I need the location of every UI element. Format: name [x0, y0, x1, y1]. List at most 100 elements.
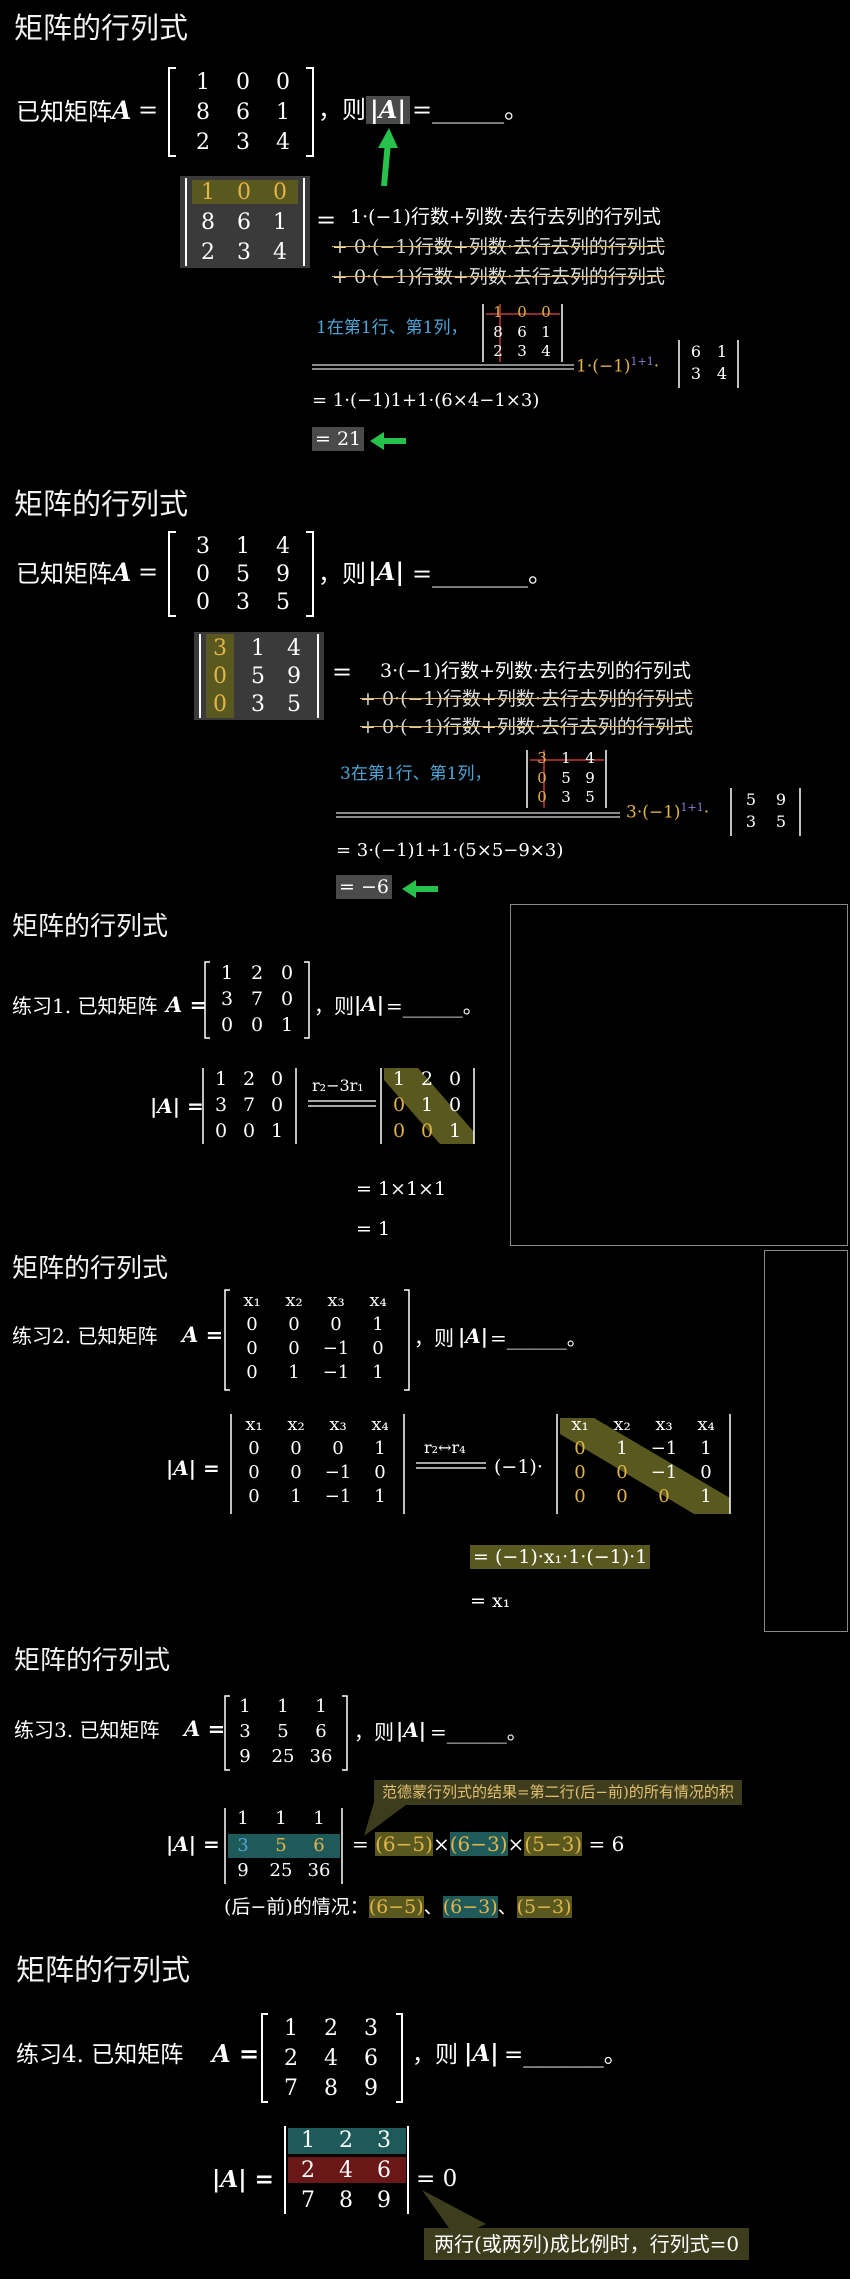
matrix-cell: 1 [273, 210, 287, 235]
matrix-cell: 1 [236, 534, 250, 559]
equals-sign: = [138, 96, 159, 124]
matrix-cell: 4 [716, 364, 728, 383]
matrix-cell: x₄ [371, 1414, 389, 1435]
matrix-cell: 0 [330, 1314, 342, 1335]
matrix-cell: 0 [246, 1362, 258, 1383]
case-term: (5−3) [516, 1896, 572, 1918]
matrix-cell: 1 [290, 1486, 302, 1507]
matrix-cell: 8 [493, 323, 503, 341]
matrix-cell: 3 [213, 636, 227, 661]
matrix-cell: 6 [517, 323, 527, 341]
det-symbol: |A| [464, 2040, 499, 2067]
matrix-cell: 2 [493, 342, 503, 360]
matrix-cell: 0 [517, 303, 527, 321]
sign-factor: (−1)· [494, 1456, 543, 1478]
matrix-cell: 9 [287, 664, 301, 689]
question-prefix: 已知矩阵 [16, 560, 112, 588]
matrix-cell: 3 [745, 812, 757, 831]
matrix-cell: 5 [277, 1721, 289, 1742]
matrix-name: A [112, 558, 132, 587]
matrix-cell: 4 [339, 2158, 353, 2183]
matrix-cell: 0 [700, 1462, 712, 1483]
matrix-cell: 0 [236, 70, 250, 95]
matrix-cell: 1 [220, 962, 234, 984]
matrix-a: 1 2 0 3 7 0 0 0 1 [202, 960, 312, 1040]
matrix-cell: 0 [214, 1120, 228, 1142]
matrix-cell: 4 [287, 636, 301, 661]
question-suffix: ，则 [414, 1326, 454, 1350]
section-title: 矩阵的行列式 [12, 1254, 169, 1284]
matrix-cell: 2 [250, 962, 264, 984]
matrix-cell: −1 [324, 1462, 352, 1483]
matrix-cell: 6 [377, 2158, 391, 2183]
expansion-line-3: + 0·(−1)行数+列数·去行去列的行列式 [332, 266, 665, 288]
matrix-cell: 6 [690, 342, 702, 361]
matrix-cell: 3 [251, 692, 265, 717]
matrix-cell: 1 [372, 1314, 384, 1335]
matrix-cell: 4 [585, 749, 595, 767]
matrix-cell: 3 [239, 1721, 251, 1742]
matrix-cell: 6 [364, 2046, 378, 2071]
result: = −6 [336, 875, 392, 899]
determinant: x₁ x₂ x₃ x₄ 0 0 0 1 0 0 −1 0 0 1 −1 1 [228, 1412, 408, 1516]
expansion-line-2: + 0·(−1)行数+列数·去行去列的行列式 [332, 236, 665, 258]
matrix-cell: −1 [322, 1362, 350, 1383]
matrix-cell: 0 [242, 1120, 256, 1142]
matrix-cell: 0 [420, 1120, 434, 1142]
matrix-cell: 2 [242, 1068, 256, 1090]
matrix-cell: 8 [196, 100, 210, 125]
expansion-line-1: 3·(−1)行数+列数·去行去列的行列式 [380, 660, 691, 682]
double-line-divider [312, 364, 574, 370]
matrix-cell: 2 [196, 130, 210, 155]
matrix-cell: 6 [313, 1835, 325, 1856]
matrix-cell: 1 [372, 1362, 384, 1383]
matrix-cell: 0 [237, 180, 251, 205]
matrix-cell: 0 [372, 1338, 384, 1359]
matrix-cell: 0 [392, 1120, 406, 1142]
det-symbol: |A| [366, 96, 411, 124]
matrix-cell: x₃ [327, 1290, 345, 1311]
question-suffix: ，则 [318, 560, 366, 588]
matrix-cell: 0 [290, 1438, 302, 1459]
matrix-cell: 5 [775, 812, 787, 831]
reduced-determinant: x₁ x₂ x₃ x₄ 0 1 −1 1 0 0 −1 0 0 0 0 1 [554, 1412, 734, 1516]
matrix-cell: 1 [392, 1068, 406, 1090]
double-line-divider [308, 1100, 376, 1107]
matrix-cell: 1 [288, 1362, 300, 1383]
matrix-cell: 0 [574, 1462, 586, 1483]
calc-step: = 3·(−1)1+1·(5×5−9×3) [336, 840, 564, 861]
blank-panel [510, 904, 848, 1246]
matrix-cell: 1 [448, 1120, 462, 1142]
minor-determinant: 5 9 3 5 [728, 786, 804, 838]
matrix-cell: 3 [237, 1835, 249, 1856]
matrix-cell: x₃ [329, 1414, 347, 1435]
matrix-cell: 0 [196, 590, 210, 615]
matrix-cell: 8 [339, 2188, 353, 2213]
matrix-cell: 0 [213, 692, 227, 717]
matrix-cell: 1 [374, 1438, 386, 1459]
expansion-line-1: 1·(−1)行数+列数·去行去列的行列式 [350, 206, 661, 228]
position-note: 1在第1行、第1列， [316, 318, 468, 338]
calc-step: = 1·(−1)1+1·(6×4−1×3) [312, 390, 540, 411]
section-title: 矩阵的行列式 [16, 1953, 191, 1987]
matrix-cell: 9 [276, 562, 290, 587]
matrix-cell: 1 [700, 1438, 712, 1459]
matrix-cell: 2 [201, 240, 215, 265]
matrix-cell: 6 [236, 100, 250, 125]
matrix-cell: 36 [309, 1746, 333, 1767]
result: = 21 [312, 427, 365, 451]
product-expression: = (6−5)×(6−3)×(5−3) = 6 [352, 1832, 625, 1856]
small-determinant: 3 1 4 0 5 9 0 3 5 [524, 748, 610, 810]
matrix-cell: 1 [214, 1068, 228, 1090]
section-title: 矩阵的行列式 [14, 11, 189, 45]
matrix-cell: 0 [288, 1314, 300, 1335]
matrix-name: A [112, 96, 132, 125]
matrix-a: 1 1 1 3 5 6 9 25 36 [222, 1694, 350, 1772]
matrix-a: 1 0 0 8 6 1 2 3 4 [166, 66, 316, 158]
arrow-left-icon [370, 432, 406, 450]
matrix-cell: 0 [541, 303, 551, 321]
det-symbol: |A| [368, 557, 405, 586]
matrix-cell: 1 [716, 342, 728, 361]
question-text: 练习2. 已知矩阵 [12, 1324, 158, 1348]
matrix-cell: x₂ [287, 1414, 305, 1435]
